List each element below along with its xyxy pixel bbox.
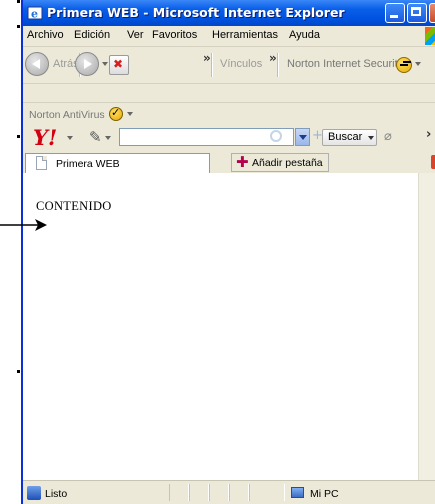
more-chevron[interactable]: › <box>426 127 431 142</box>
close-tab-button[interactable] <box>431 155 435 169</box>
page-status-icon <box>27 486 41 500</box>
ie-icon: e <box>27 6 43 21</box>
menu-edicion[interactable]: Edición <box>74 29 110 41</box>
status-cell <box>249 484 285 501</box>
forward-dropdown-icon[interactable] <box>102 62 108 66</box>
stop-button[interactable] <box>109 55 129 75</box>
close-button[interactable] <box>429 3 435 23</box>
window-title: Primera WEB - Microsoft Internet Explore… <box>47 5 345 20</box>
vertical-scrollbar[interactable] <box>418 173 435 480</box>
menu-favoritos[interactable]: Favoritos <box>152 29 197 41</box>
norton-antivirus-icon[interactable] <box>109 106 123 121</box>
margin-dot <box>17 135 20 138</box>
tab-primera-web[interactable]: Primera WEB <box>25 153 210 173</box>
yahoo-logo[interactable]: Y! <box>33 125 57 150</box>
menu-ver[interactable]: Ver <box>127 29 144 41</box>
norton-dropdown-icon[interactable] <box>415 62 421 66</box>
tab-label: Primera WEB <box>56 158 120 170</box>
status-bar: Listo Mi PC <box>23 480 435 504</box>
annotation-arrow-icon <box>0 219 47 231</box>
svg-text:e: e <box>31 8 38 21</box>
status-cell <box>209 484 229 501</box>
add-tab-button[interactable]: ✚ Añadir pestaña <box>231 153 329 172</box>
search-history-dropdown[interactable] <box>295 128 310 146</box>
norton-security-label[interactable]: Norton Internet Security <box>287 58 403 70</box>
back-button[interactable] <box>25 52 49 76</box>
yahoo-toolbar: Y! ✎ + Buscar ⌀ › <box>23 125 435 150</box>
pencil-dropdown-icon[interactable] <box>105 136 111 140</box>
eraser-icon[interactable]: ⌀ <box>384 129 392 144</box>
windows-logo-icon <box>425 27 435 45</box>
yahoo-search-input[interactable] <box>119 128 294 146</box>
norton-antivirus-bar: Norton AntiVirus <box>23 102 435 125</box>
links-label[interactable]: Vínculos <box>220 58 262 70</box>
add-tab-label: Añadir pestaña <box>252 157 323 169</box>
title-bar[interactable]: e Primera WEB - Microsoft Internet Explo… <box>23 0 435 26</box>
margin-dot <box>17 25 20 28</box>
search-watermark-icon <box>270 130 282 142</box>
buscar-label: Buscar <box>328 131 363 143</box>
page-content[interactable]: CONTENIDO <box>23 173 418 480</box>
menu-herramientas[interactable]: Herramientas <box>212 29 278 41</box>
toolbar-separator <box>211 53 213 77</box>
menu-bar: Archivo Edición Ver Favoritos Herramient… <box>23 26 435 47</box>
page-icon <box>36 156 47 170</box>
links-chevron[interactable]: » <box>269 51 277 65</box>
zone-text: Mi PC <box>310 488 339 500</box>
buscar-button[interactable]: Buscar <box>322 129 377 146</box>
buscar-dropdown-icon[interactable] <box>368 136 374 140</box>
status-cell <box>169 484 189 501</box>
status-cell <box>229 484 249 501</box>
forward-button[interactable] <box>75 52 99 76</box>
menu-ayuda[interactable]: Ayuda <box>289 29 320 41</box>
margin-dot <box>17 370 20 373</box>
status-cell <box>189 484 209 501</box>
margin-dot <box>17 0 20 3</box>
navigation-toolbar: Atrás » Vínculos » Norton Internet Secur… <box>23 47 435 84</box>
toolbar-chevron[interactable]: » <box>203 51 211 65</box>
content-text: CONTENIDO <box>36 199 112 213</box>
status-text: Listo <box>45 488 68 500</box>
add-tab-icon: ✚ <box>236 153 249 171</box>
browser-window: e Primera WEB - Microsoft Internet Explo… <box>21 0 435 504</box>
norton-antivirus-dropdown-icon[interactable] <box>127 112 133 116</box>
yahoo-dropdown-icon[interactable] <box>67 136 73 140</box>
norton-security-icon[interactable] <box>396 57 412 73</box>
minimize-button[interactable] <box>385 3 405 23</box>
menu-archivo[interactable]: Archivo <box>27 29 64 41</box>
pencil-icon[interactable]: ✎ <box>89 128 102 146</box>
computer-icon <box>291 487 304 498</box>
toolbar-separator <box>277 53 279 77</box>
tab-bar: Primera WEB ✚ Añadir pestaña <box>23 151 435 174</box>
norton-antivirus-label[interactable]: Norton AntiVirus <box>29 109 105 121</box>
maximize-button[interactable] <box>407 3 427 23</box>
